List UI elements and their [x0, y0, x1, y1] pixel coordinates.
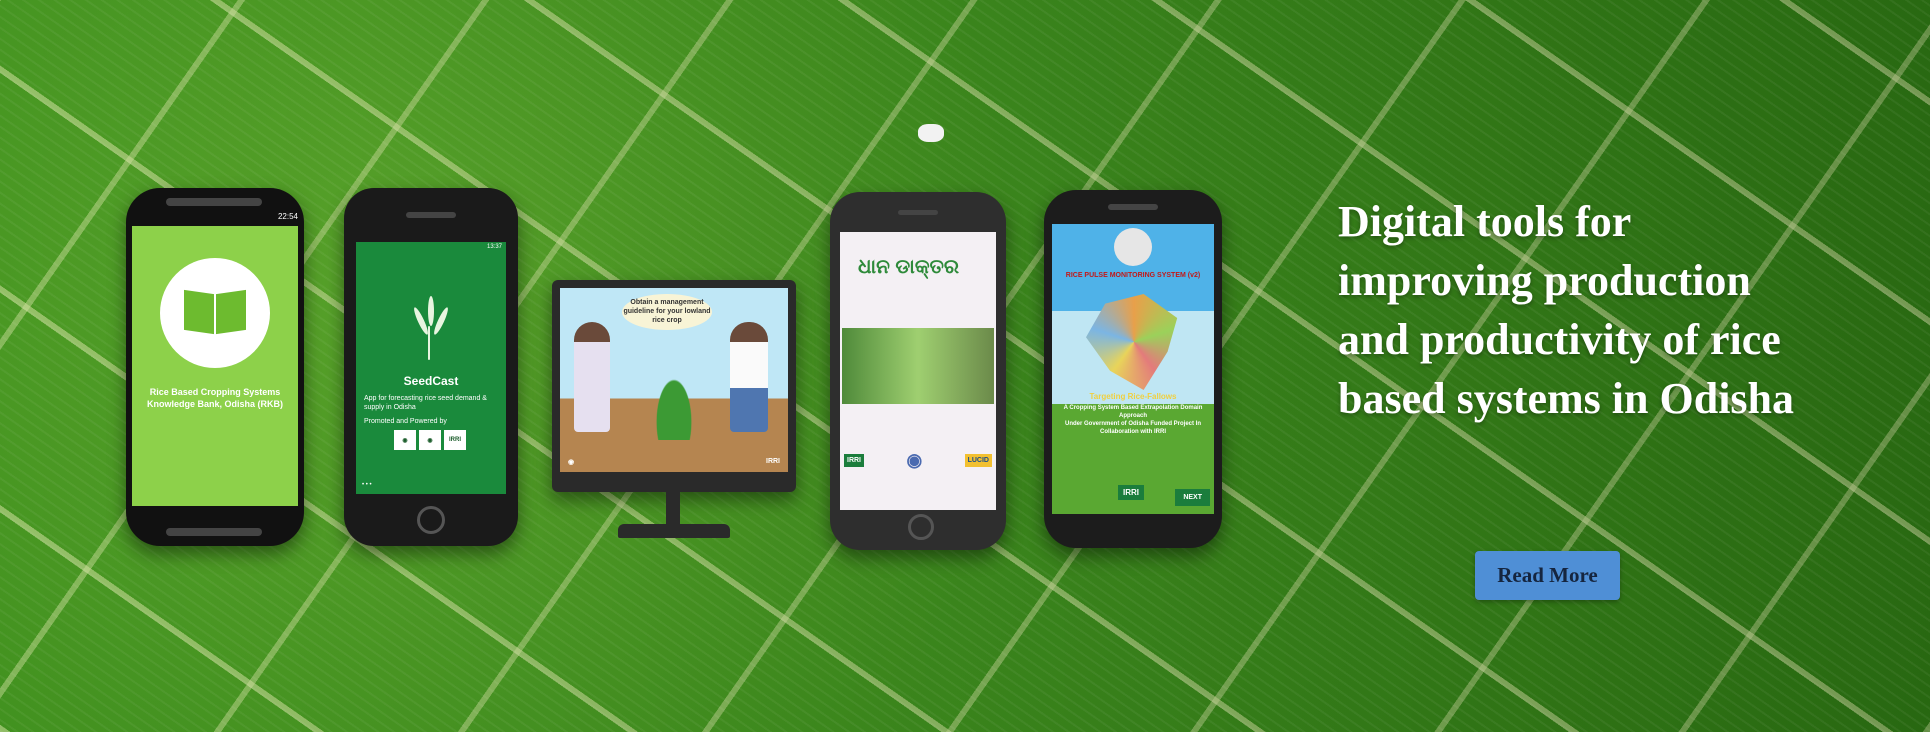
ricepulse-subtitle-text: A Cropping System Based Extrapolation Do… — [1063, 405, 1203, 419]
status-time: 13:37 — [486, 244, 502, 250]
read-more-button[interactable]: Read More — [1475, 551, 1620, 600]
seal-icon: ◉ — [394, 430, 416, 450]
speech-bubble: Obtain a management guideline for your l… — [622, 294, 712, 330]
dhan-logos: IRRI ◉ LUCID — [844, 450, 992, 471]
book-icon — [182, 289, 248, 335]
earpiece — [1108, 204, 1158, 210]
ricepulse-tagline: Targeting Rice-Fallows — [1089, 392, 1177, 401]
dhan-screen: ଧାନ ଡାକ୍ତର IRRI ◉ LUCID — [840, 232, 996, 510]
monitor-stand — [666, 492, 680, 524]
speaker-grille — [166, 528, 262, 536]
rkb-app-title: Rice Based Cropping Systems Knowledge Ba… — [146, 387, 283, 409]
rkb-screen: Rice Based Cropping Systems Knowledge Ba… — [132, 226, 298, 506]
seedcast-description: App for forecasting rice seed demand & s… — [364, 395, 487, 411]
management-guideline-monitor: Obtain a management guideline for your l… — [552, 280, 796, 538]
odisha-seal-icon — [1114, 228, 1152, 266]
rkb-app-phone: 22:54 Rice Based Cropping Systems Knowle… — [126, 188, 304, 546]
seedcast-app-name: SeedCast — [403, 374, 459, 388]
odisha-map — [1086, 294, 1178, 390]
rice-plant-illustration — [644, 350, 704, 440]
monitor-base — [618, 524, 730, 538]
ricepulse-system-name: RICE PULSE MONITORING SYSTEM (v2) — [1065, 272, 1201, 279]
monitor-screen: Obtain a management guideline for your l… — [560, 288, 788, 472]
earpiece — [406, 212, 456, 218]
seedcast-screen: 13:37 SeedCast App for forecasting rice … — [356, 242, 506, 494]
home-button — [417, 506, 445, 534]
seal-icon: ◉ — [419, 430, 441, 450]
seedcast-bottom-bar: • • • — [362, 482, 500, 488]
partner-logos: ◉ ◉ IRRI — [394, 430, 466, 450]
ricepulse-funding-text: Under Government of Odisha Funded Projec… — [1064, 421, 1201, 435]
irri-logo: IRRI — [1118, 485, 1144, 500]
seedcast-app-phone: 13:37 SeedCast App for forecasting rice … — [344, 188, 518, 546]
irri-logo: IRRI — [766, 458, 780, 465]
seedcast-promoted: Promoted and Powered by — [364, 418, 447, 425]
field-farmer — [918, 124, 944, 142]
wheat-icon — [411, 296, 451, 360]
speaker-grille — [166, 198, 262, 206]
hero-banner: 22:54 Rice Based Cropping Systems Knowle… — [0, 0, 1930, 732]
monitor-frame: Obtain a management guideline for your l… — [552, 280, 796, 492]
ricepulse-screen: RICE PULSE MONITORING SYSTEM (v2) Target… — [1052, 224, 1214, 514]
man-illustration — [730, 322, 768, 432]
dhan-brand-title: ଧାନ ଡାକ୍ତର — [858, 256, 960, 278]
status-time: 22:54 — [277, 212, 298, 221]
seal-icon: ◉ — [906, 450, 923, 470]
next-button: NEXT — [1175, 489, 1210, 506]
dhan-daktar-app-phone: ଧାନ ଡାକ୍ତର IRRI ◉ LUCID — [830, 192, 1006, 550]
irri-logo: IRRI — [444, 430, 466, 450]
monitor-logos: ◉ IRRI — [568, 458, 780, 466]
rice-pulse-app-phone: RICE PULSE MONITORING SYSTEM (v2) Target… — [1044, 190, 1222, 548]
rice-photo — [842, 328, 994, 404]
ricepulse-subtitle: A Cropping System Based Extrapolation Do… — [1058, 404, 1208, 436]
irri-logo: IRRI — [844, 454, 864, 467]
earpiece — [898, 210, 938, 215]
dots-indicator-icon: • • • — [362, 482, 372, 488]
seal-icon: ◉ — [568, 459, 575, 466]
lucid-logo: LUCID — [964, 454, 992, 467]
hero-headline: Digital tools for improving production a… — [1338, 197, 1795, 423]
home-button — [908, 514, 934, 540]
woman-illustration — [574, 322, 610, 432]
rkb-logo — [160, 258, 270, 368]
